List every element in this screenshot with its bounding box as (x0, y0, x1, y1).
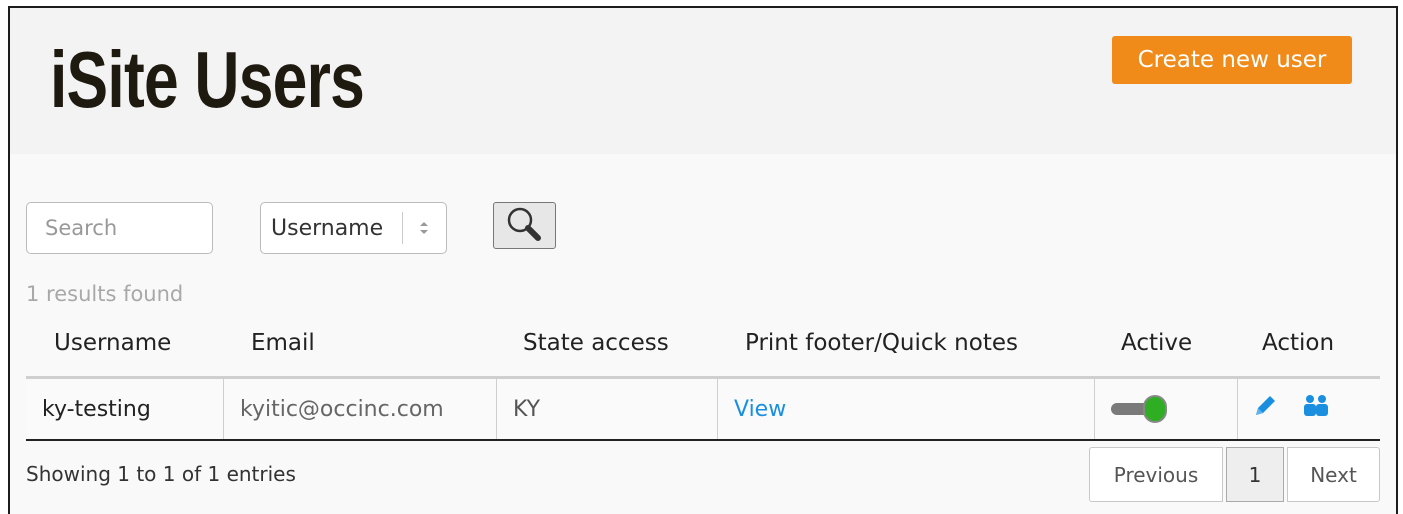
page-header: iSite Users Create new user (10, 8, 1396, 154)
search-button[interactable] (493, 202, 556, 249)
column-header-print-footer-quick-notes[interactable]: Print footer/Quick notes (745, 330, 1018, 356)
cell-state-access: KY (497, 379, 718, 439)
results-count: 1 results found (26, 282, 184, 306)
users-group-icon[interactable] (1302, 394, 1330, 424)
page-frame: iSite Users Create new user Username 1 r… (8, 6, 1398, 514)
pagination-page-1-button[interactable]: 1 (1226, 447, 1284, 502)
table-row: ky-testing kyitic@occinc.com KY View (26, 379, 1380, 441)
toggle-knob (1143, 395, 1167, 423)
create-new-user-button[interactable]: Create new user (1112, 36, 1352, 84)
column-header-active[interactable]: Active (1121, 330, 1192, 356)
column-header-action[interactable]: Action (1262, 330, 1334, 356)
cell-email: kyitic@occinc.com (224, 379, 497, 439)
column-header-state-access[interactable]: State access (523, 330, 669, 356)
edit-pencil-icon[interactable] (1252, 393, 1278, 425)
search-input[interactable] (26, 202, 213, 254)
cell-username: ky-testing (26, 379, 224, 439)
search-field-select[interactable]: Username (260, 202, 447, 254)
cell-action (1238, 379, 1380, 439)
search-field-select-value: Username (271, 215, 384, 241)
pagination-next-button[interactable]: Next (1287, 447, 1380, 502)
view-notes-link[interactable]: View (734, 397, 786, 422)
entries-info: Showing 1 to 1 of 1 entries (26, 462, 296, 486)
column-header-username[interactable]: Username (54, 330, 171, 356)
column-header-email[interactable]: Email (251, 330, 315, 356)
pagination-previous-button[interactable]: Previous (1089, 447, 1223, 502)
cell-active (1095, 379, 1238, 439)
magnifier-icon (503, 204, 547, 247)
cell-notes: View (718, 379, 1095, 439)
active-toggle[interactable] (1111, 395, 1167, 423)
page-title: iSite Users (50, 35, 365, 124)
updown-arrows-icon (403, 220, 447, 236)
